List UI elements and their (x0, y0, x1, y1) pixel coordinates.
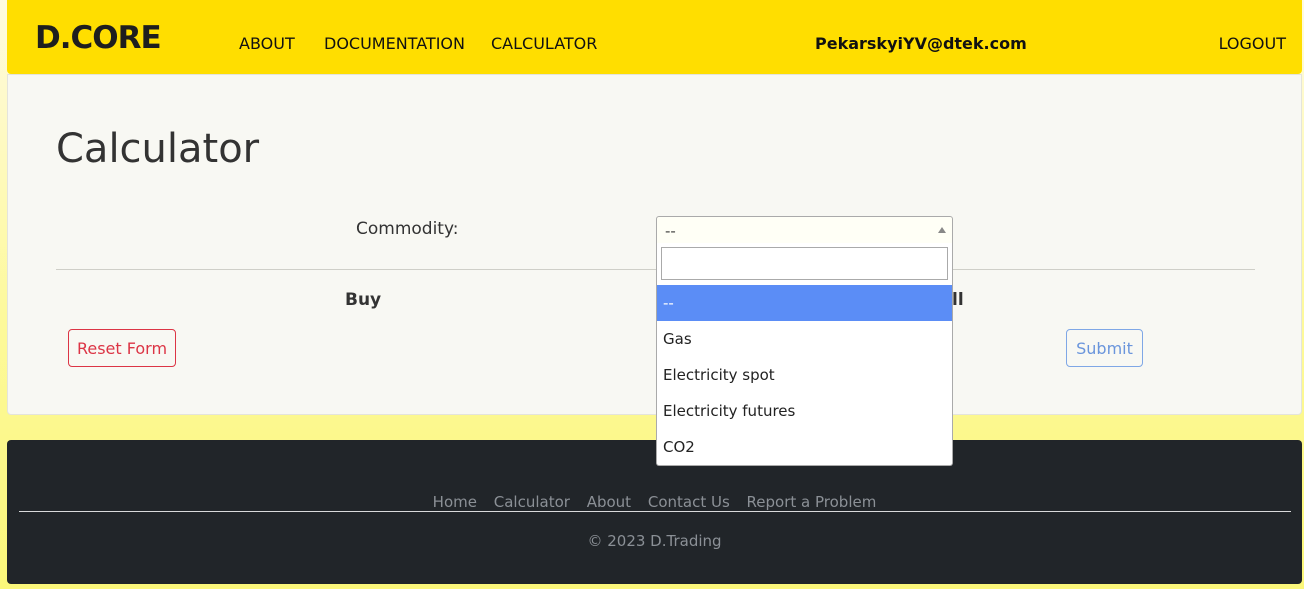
nav-documentation[interactable]: DOCUMENTATION (324, 34, 465, 54)
footer-link-contact[interactable]: Contact Us (648, 493, 730, 511)
option-electricity-futures[interactable]: Electricity futures (657, 393, 952, 429)
footer-links: Home Calculator About Contact Us Report … (7, 492, 1302, 512)
nav-about[interactable]: ABOUT (239, 34, 295, 54)
footer-link-calculator[interactable]: Calculator (494, 493, 570, 511)
dropdown-search-input[interactable] (661, 247, 948, 280)
commodity-dropdown: -- Gas Electricity spot Electricity futu… (656, 243, 953, 466)
logo[interactable]: D.CORE (35, 19, 162, 57)
calculator-card: Calculator Commodity: -- Buy ll Reset Fo… (7, 74, 1302, 415)
option-none[interactable]: -- (657, 285, 952, 321)
option-co2[interactable]: CO2 (657, 429, 952, 465)
footer-divider (19, 511, 1291, 512)
commodity-select-value: -- (665, 222, 676, 240)
top-navbar: D.CORE ABOUT DOCUMENTATION CALCULATOR Pe… (7, 0, 1302, 74)
buy-header: Buy (345, 290, 382, 310)
option-gas[interactable]: Gas (657, 321, 952, 357)
submit-button[interactable]: Submit (1066, 329, 1143, 367)
footer-link-report[interactable]: Report a Problem (747, 493, 877, 511)
footer-link-about[interactable]: About (587, 493, 631, 511)
logout-link[interactable]: LOGOUT (1219, 34, 1286, 54)
user-email: PekarskyiYV@dtek.com (815, 34, 1027, 53)
footer: Home Calculator About Contact Us Report … (7, 440, 1302, 584)
sell-header: ll (952, 290, 964, 310)
copyright: © 2023 D.Trading (587, 532, 722, 550)
nav-calculator[interactable]: CALCULATOR (491, 34, 597, 54)
option-electricity-spot[interactable]: Electricity spot (657, 357, 952, 393)
arrow-up-icon (938, 227, 946, 233)
reset-form-button[interactable]: Reset Form (68, 329, 176, 367)
commodity-label: Commodity: (356, 219, 459, 239)
footer-link-home[interactable]: Home (433, 493, 477, 511)
commodity-select[interactable]: -- (656, 216, 953, 244)
page-title: Calculator (56, 126, 260, 172)
